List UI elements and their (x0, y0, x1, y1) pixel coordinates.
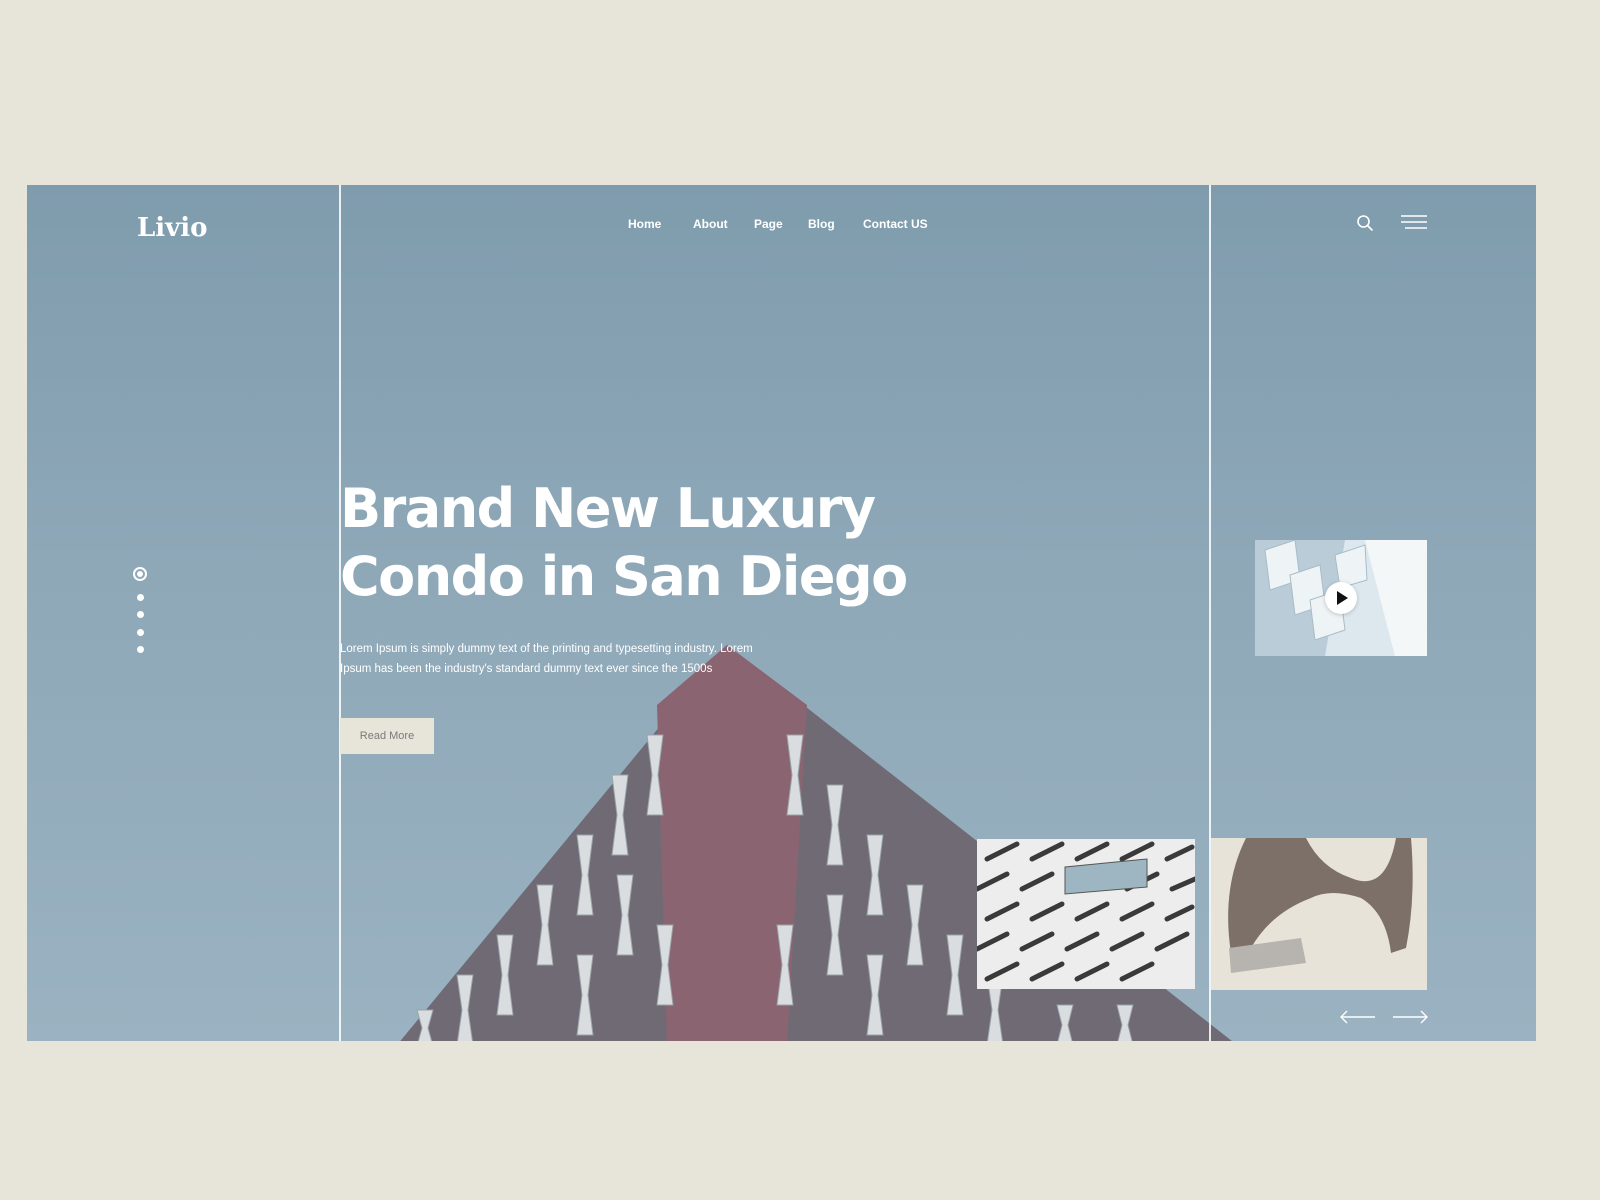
slide-dot-5[interactable] (137, 646, 144, 653)
slide-dot-2[interactable] (137, 594, 144, 601)
slide-dot-1[interactable] (133, 567, 147, 581)
slide-dot-3[interactable] (137, 611, 144, 618)
nav-about[interactable]: About (693, 217, 728, 231)
search-icon[interactable] (1356, 214, 1374, 232)
hero-title-line-2: Condo in San Diego (340, 545, 908, 608)
arrow-right-icon[interactable] (1393, 1010, 1429, 1024)
play-icon[interactable] (1325, 582, 1357, 614)
column-divider-left (339, 185, 341, 1041)
gallery-image-1[interactable] (977, 839, 1195, 989)
nav-page[interactable]: Page (754, 217, 783, 231)
read-more-button[interactable]: Read More (340, 718, 434, 754)
slider-pagination (133, 567, 149, 667)
gallery-image-2[interactable] (1211, 838, 1427, 990)
gallery-image-2-graphic (1211, 838, 1427, 990)
hero-description: Lorem Ipsum is simply dummy text of the … (340, 643, 753, 675)
main-nav: Home About Page Blog Contact US (27, 217, 1536, 237)
nav-blog[interactable]: Blog (808, 217, 835, 231)
arrow-left-icon[interactable] (1339, 1010, 1375, 1024)
hamburger-menu-icon[interactable] (1401, 214, 1427, 230)
hero-title-line-1: Brand New Luxury (340, 477, 876, 540)
hero-section: Livio Home About Page Blog Contact US Br… (27, 185, 1536, 1041)
slide-dot-4[interactable] (137, 629, 144, 636)
nav-contact-us[interactable]: Contact US (863, 217, 928, 231)
gallery-image-1-graphic (977, 839, 1195, 989)
video-thumbnail[interactable] (1255, 540, 1427, 656)
hero-title: Brand New Luxury Condo in San Diego (340, 475, 980, 611)
nav-home[interactable]: Home (628, 217, 661, 231)
